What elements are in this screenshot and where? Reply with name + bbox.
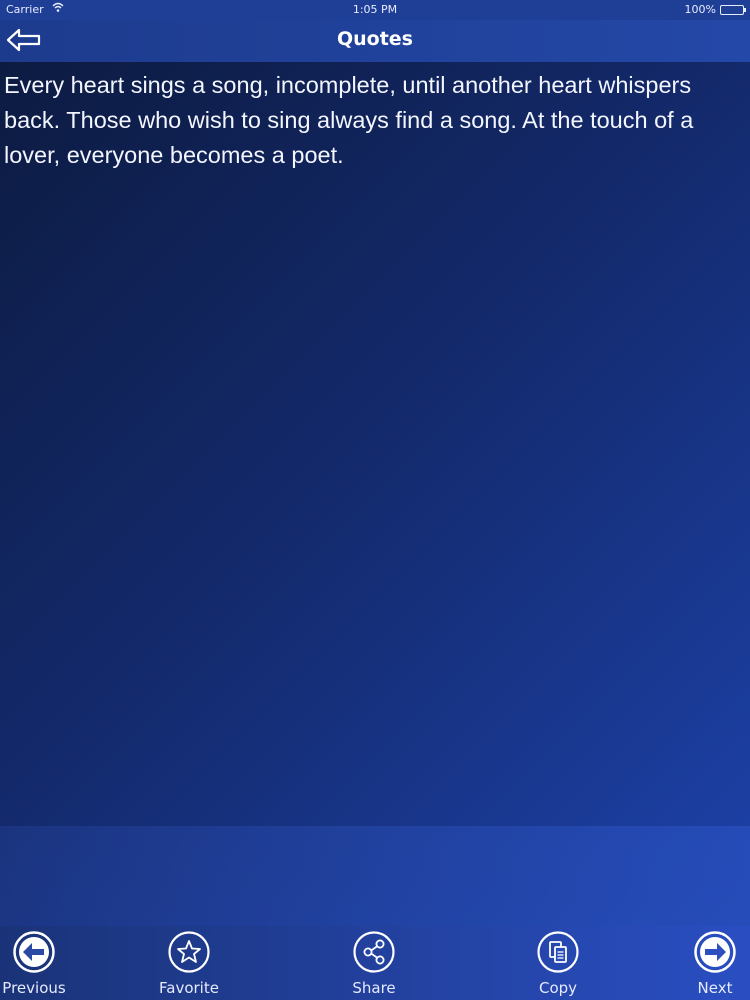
star-icon <box>168 931 210 973</box>
copy-icon <box>537 931 579 973</box>
battery-percent: 100% <box>684 3 716 16</box>
next-label: Next <box>697 979 733 997</box>
quote-text: Every heart sings a song, incomplete, un… <box>4 72 694 168</box>
share-label: Share <box>352 979 396 997</box>
previous-button[interactable]: Previous <box>0 930 79 998</box>
next-button[interactable]: Next <box>670 930 750 998</box>
bottom-toolbar: Previous Favorite Share Copy Next <box>0 926 750 1000</box>
navigation-bar: Quotes <box>0 20 750 62</box>
battery-icon <box>720 5 746 15</box>
circle-arrow-right-icon <box>694 931 736 973</box>
favorite-label: Favorite <box>159 979 219 997</box>
favorite-button[interactable]: Favorite <box>144 930 234 998</box>
share-button[interactable]: Share <box>329 930 419 998</box>
clock: 1:05 PM <box>352 3 398 16</box>
copy-button[interactable]: Copy <box>513 930 603 998</box>
previous-label: Previous <box>2 979 66 997</box>
page-title: Quotes <box>336 28 413 50</box>
status-bar: Carrier 1:05 PM 100% <box>0 0 750 20</box>
share-icon <box>353 931 395 973</box>
background-band <box>0 826 750 926</box>
copy-label: Copy <box>538 979 578 997</box>
circle-arrow-left-icon <box>13 931 55 973</box>
